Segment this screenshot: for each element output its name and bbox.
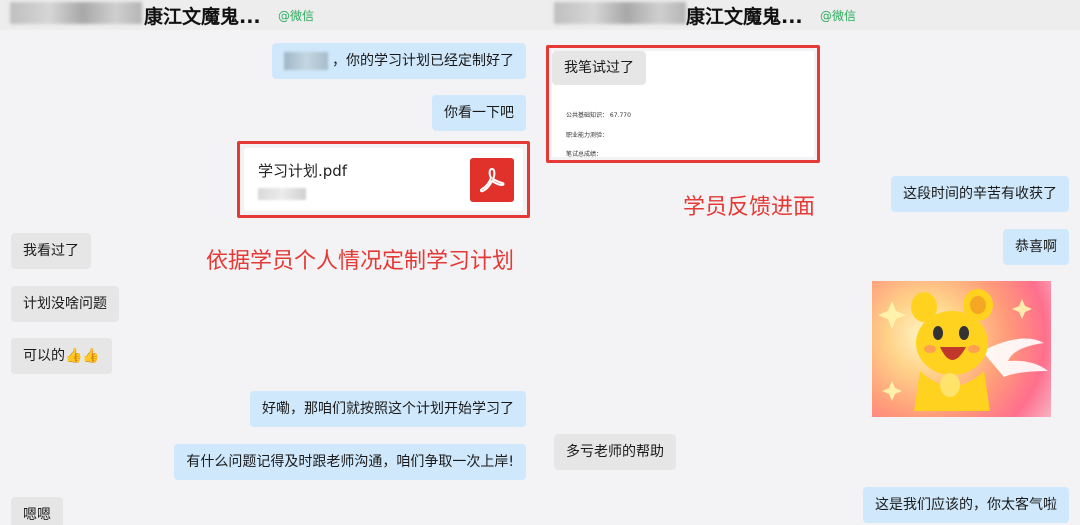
wechat-tag: @微信 <box>820 9 857 23</box>
cartoon-sticker[interactable] <box>872 281 1051 417</box>
message-text: 这是我们应该的，你太客气啦 <box>875 497 1057 513</box>
redacted-name <box>284 52 328 70</box>
wechat-tag: @微信 <box>278 9 315 23</box>
message-text: 恭喜啊 <box>1015 239 1057 255</box>
message-bubble[interactable]: 多亏老师的帮助 <box>554 434 676 470</box>
message-text: 可以的👍👍 <box>23 348 100 364</box>
message-bubble[interactable]: 我看过了 <box>11 233 91 269</box>
chat-header: 康江文魔鬼... @微信 <box>0 0 540 30</box>
sticker-graphic <box>878 289 1048 411</box>
redacted-file-size <box>258 188 306 200</box>
contact-name: 康江文魔鬼... <box>144 6 261 28</box>
message-bubble[interactable]: 可以的👍👍 <box>11 338 112 374</box>
message-text: 好嘞，那咱们就按照这个计划开始学习了 <box>262 401 514 417</box>
message-bubble[interactable]: 你看一下吧 <box>432 95 526 131</box>
file-name: 学习计划.pdf <box>258 162 348 180</box>
message-bubble[interactable]: ，你的学习计划已经定制好了 <box>272 43 526 79</box>
message-text: 有什么问题记得及时跟老师沟通，咱们争取一次上岸! <box>186 454 514 470</box>
message-text: 嗯嗯 <box>23 507 51 523</box>
message-bubble[interactable]: 这是我们应该的，你太客气啦 <box>863 487 1069 523</box>
contact-name: 康江文魔鬼... <box>686 6 803 28</box>
score-line: 职业能力测验： <box>566 132 609 139</box>
pdf-icon <box>470 158 514 202</box>
message-text: ，你的学习计划已经定制好了 <box>332 53 514 69</box>
message-bubble[interactable]: 恭喜啊 <box>1003 229 1069 265</box>
chat-panel-right: 康江文魔鬼... @微信 我笔试过了 公共基础知识： 67.770 职业能力测验… <box>540 0 1080 525</box>
chat-panel-left: 康江文魔鬼... @微信 ，你的学习计划已经定制好了 你看一下吧 学习计划.pd… <box>0 0 540 525</box>
message-text: 多亏老师的帮助 <box>566 444 664 460</box>
message-text: 这段时间的辛苦有收获了 <box>903 186 1057 202</box>
score-screenshot[interactable]: 我笔试过了 公共基础知识： 67.770 职业能力测验： 笔试总成绩： <box>552 51 814 158</box>
message-bubble[interactable]: 计划没啥问题 <box>11 286 119 322</box>
annotation-caption: 学员反馈进面 <box>683 195 816 220</box>
message-bubble[interactable]: 好嘞，那咱们就按照这个计划开始学习了 <box>250 391 526 427</box>
file-attachment[interactable]: 学习计划.pdf <box>244 148 523 211</box>
chat-header: 康江文魔鬼... @微信 <box>540 0 1080 30</box>
annotation-caption: 依据学员个人情况定制学习计划 <box>206 249 515 274</box>
redacted-name <box>10 2 142 24</box>
message-text: 计划没啥问题 <box>23 296 107 312</box>
message-bubble[interactable]: 有什么问题记得及时跟老师沟通，咱们争取一次上岸! <box>174 444 526 480</box>
message-text: 我笔试过了 <box>564 60 634 76</box>
message-bubble[interactable]: 这段时间的辛苦有收获了 <box>891 176 1069 212</box>
message-text: 我看过了 <box>23 243 79 259</box>
message-bubble[interactable]: 嗯嗯 <box>11 497 63 525</box>
message-bubble: 我笔试过了 <box>552 51 646 85</box>
score-line: 笔试总成绩： <box>566 151 603 158</box>
message-text: 你看一下吧 <box>444 105 514 121</box>
redacted-name <box>554 2 686 24</box>
score-line: 公共基础知识： 67.770 <box>566 112 631 119</box>
